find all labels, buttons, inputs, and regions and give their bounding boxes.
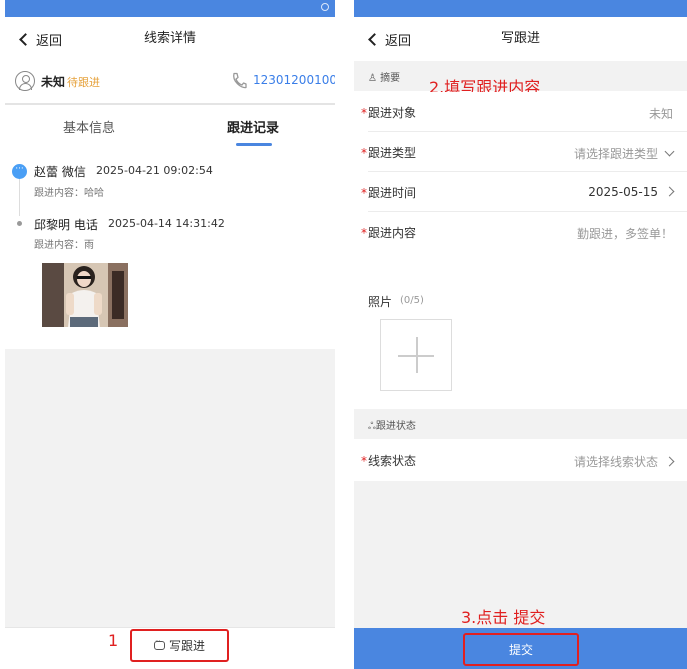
section-summary-text: 摘要: [380, 73, 401, 84]
record-time: 2025-04-14 14:31:42: [108, 217, 225, 230]
record-person-type: 赵蕾 微信: [34, 163, 86, 180]
detail-tabs: 基本信息 跟进记录: [5, 105, 335, 145]
nav-bar: 返回 写跟进: [354, 17, 687, 61]
status-bar: [354, 0, 687, 17]
field-placeholder: 请选择线索状态: [573, 455, 658, 469]
timeline-dot-icon: [17, 221, 22, 226]
record-content: 跟进内容：哈哈: [34, 188, 104, 199]
message-icon: [153, 637, 165, 650]
field-select[interactable]: 请选择线索状态: [573, 453, 675, 470]
chevron-right-icon: [664, 186, 675, 197]
field-label-text: 线索状态: [368, 454, 417, 468]
field-follow-type[interactable]: *跟进类型 请选择跟进类型: [354, 132, 687, 172]
record-time: 2025-04-21 09:02:54: [96, 164, 213, 177]
chevron-right-icon: [664, 456, 675, 467]
field-label: *跟进时间: [361, 184, 416, 201]
follow-record-timeline: ··· 赵蕾 微信 2025-04-21 09:02:54 跟进内容：哈哈 邱黎…: [5, 150, 335, 350]
field-label-text: 跟进内容: [368, 226, 417, 240]
field-label-text: 跟进类型: [368, 146, 417, 160]
photo-image-icon: [42, 263, 128, 327]
required-mark: *: [361, 106, 367, 120]
empty-area: [5, 349, 335, 627]
record-content: 跟进内容：雨: [34, 240, 94, 251]
field-label-text: 跟进对象: [368, 106, 417, 120]
required-mark: *: [361, 454, 367, 468]
content-textarea[interactable]: 勤跟进，多签单！: [577, 225, 673, 242]
chevron-down-icon: [664, 146, 675, 157]
lead-name: 未知: [41, 75, 66, 89]
field-follow-target[interactable]: *跟进对象 未知: [354, 92, 687, 132]
lead-detail-screen: 返回 线索详情 未知 待跟进 12301200100 基本信息 跟进记录 ···…: [5, 0, 335, 669]
field-label: *跟进类型: [361, 144, 416, 161]
field-follow-time[interactable]: *跟进时间 2025-05-15: [354, 172, 687, 212]
tab-follow-records[interactable]: 跟进记录: [227, 117, 279, 136]
step-annotation: 3.点击 提交: [461, 608, 546, 627]
write-follow-up-button[interactable]: 写跟进: [130, 629, 229, 662]
active-tab-indicator: [236, 143, 272, 146]
lead-summary: 未知 待跟进 12301200100: [5, 61, 335, 103]
field-value: 2025-05-15: [588, 185, 658, 199]
required-mark: *: [361, 226, 367, 240]
photos-label: 照片: [368, 295, 393, 309]
field-value: 未知: [648, 107, 673, 121]
write-follow-up-screen: 返回 写跟进 ♙ 摘要 2.填写跟进内容 *跟进对象 未知 *跟进类型 请选择跟…: [354, 0, 687, 669]
date-picker[interactable]: 2025-05-15: [588, 185, 675, 199]
field-follow-content[interactable]: *跟进内容 勤跟进，多签单！: [354, 212, 687, 280]
submit-button[interactable]: 提交: [463, 633, 579, 666]
write-follow-up-label: 写跟进: [168, 639, 205, 653]
field-label-text: 跟进时间: [368, 186, 417, 200]
record-person: 赵蕾: [34, 165, 59, 179]
required-mark: *: [361, 186, 367, 200]
timeline-line: [19, 176, 20, 216]
record-person-type: 邱黎明 电话: [34, 216, 98, 233]
phone-number-link[interactable]: 12301200100: [253, 73, 335, 87]
record-person: 邱黎明: [34, 218, 71, 232]
field-select[interactable]: 请选择跟进类型: [573, 145, 675, 162]
field-label: *跟进内容: [361, 224, 416, 241]
timeline-active-dot-icon: ···: [12, 164, 27, 179]
page-title: 写跟进: [500, 31, 540, 46]
record-photo-thumbnail[interactable]: [42, 263, 128, 327]
add-photo-button[interactable]: [380, 319, 452, 391]
nav-bar: 返回 线索详情: [5, 17, 335, 61]
required-mark: *: [361, 146, 367, 160]
section-summary-label: ♙ 摘要: [368, 73, 401, 84]
section-status-label: ஃ跟进状态: [368, 421, 416, 432]
section-status-header: ஃ跟进状态: [354, 409, 687, 439]
field-label: *跟进对象: [361, 104, 416, 121]
record-type: 微信: [61, 165, 86, 179]
page-title: 线索详情: [143, 31, 196, 46]
user-avatar-icon: [15, 71, 35, 91]
submit-bar: 提交: [354, 628, 687, 669]
tab-basic-info[interactable]: 基本信息: [63, 117, 115, 136]
status-bar: [5, 0, 335, 17]
field-lead-status[interactable]: *线索状态 请选择线索状态: [354, 440, 687, 480]
step-annotation: 1: [108, 631, 119, 650]
section-status-text: 跟进状态: [375, 421, 416, 432]
field-label: *线索状态: [361, 452, 416, 469]
phone-icon[interactable]: [231, 72, 247, 90]
lead-status-badge: 待跟进: [67, 76, 100, 89]
status-dot-icon: [321, 3, 329, 11]
field-placeholder: 请选择跟进类型: [573, 147, 658, 161]
record-type: 电话: [73, 218, 98, 232]
photos-count: (0/5): [400, 295, 424, 306]
bottom-bar: 写跟进: [5, 627, 335, 669]
